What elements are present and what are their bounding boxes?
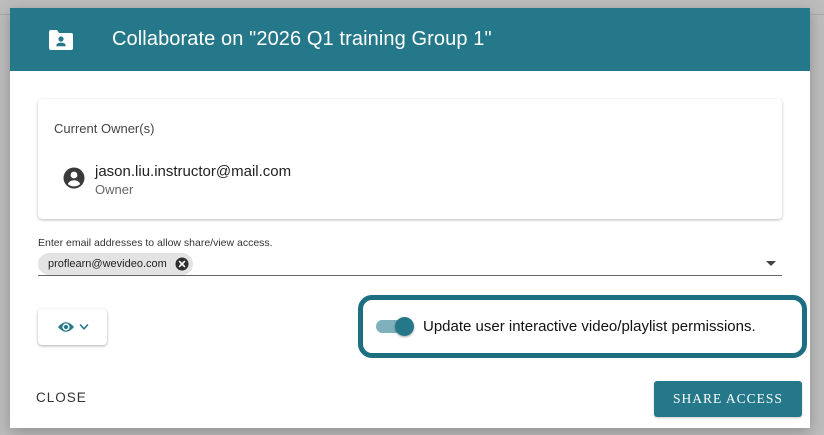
share-email-label: Enter email addresses to allow share/vie… [38, 237, 273, 249]
owner-email: jason.liu.instructor@mail.com [95, 163, 292, 180]
email-chip-label: proflearn@wevideo.com [48, 257, 167, 270]
dialog-title: Collaborate on "2026 Q1 training Group 1… [112, 28, 492, 50]
collaborate-dialog: Collaborate on "2026 Q1 training Group 1… [10, 8, 810, 428]
arrow-drop-down-icon[interactable] [766, 261, 776, 266]
close-button[interactable]: CLOSE [34, 388, 89, 407]
owner-text: jason.liu.instructor@mail.com Owner [95, 163, 291, 199]
permission-view-button[interactable] [38, 309, 107, 345]
folder-shared-icon [48, 29, 74, 51]
account-circle-icon [63, 167, 85, 189]
owner-role: Owner [95, 182, 134, 197]
interactive-permissions-toggle-row: Update user interactive video/playlist p… [376, 317, 756, 336]
chevron-down-icon [79, 323, 89, 331]
share-email-input[interactable]: proflearn@wevideo.com [38, 252, 782, 276]
share-access-button[interactable]: SHARE ACCESS [654, 381, 802, 417]
email-chip[interactable]: proflearn@wevideo.com [38, 252, 193, 275]
interactive-permissions-toggle[interactable] [376, 317, 414, 336]
current-owners-label: Current Owner(s) [54, 121, 155, 136]
toggle-thumb[interactable] [395, 317, 414, 336]
share-email-field: Enter email addresses to allow share/vie… [38, 237, 782, 276]
interactive-permissions-label: Update user interactive video/playlist p… [423, 317, 756, 335]
owner-row: jason.liu.instructor@mail.com Owner [63, 163, 291, 199]
current-owners-card: Current Owner(s) jason.liu.instructor@ma… [38, 99, 782, 219]
dialog-header: Collaborate on "2026 Q1 training Group 1… [10, 8, 810, 71]
eye-icon [57, 320, 75, 334]
close-circle-icon[interactable] [175, 257, 189, 271]
